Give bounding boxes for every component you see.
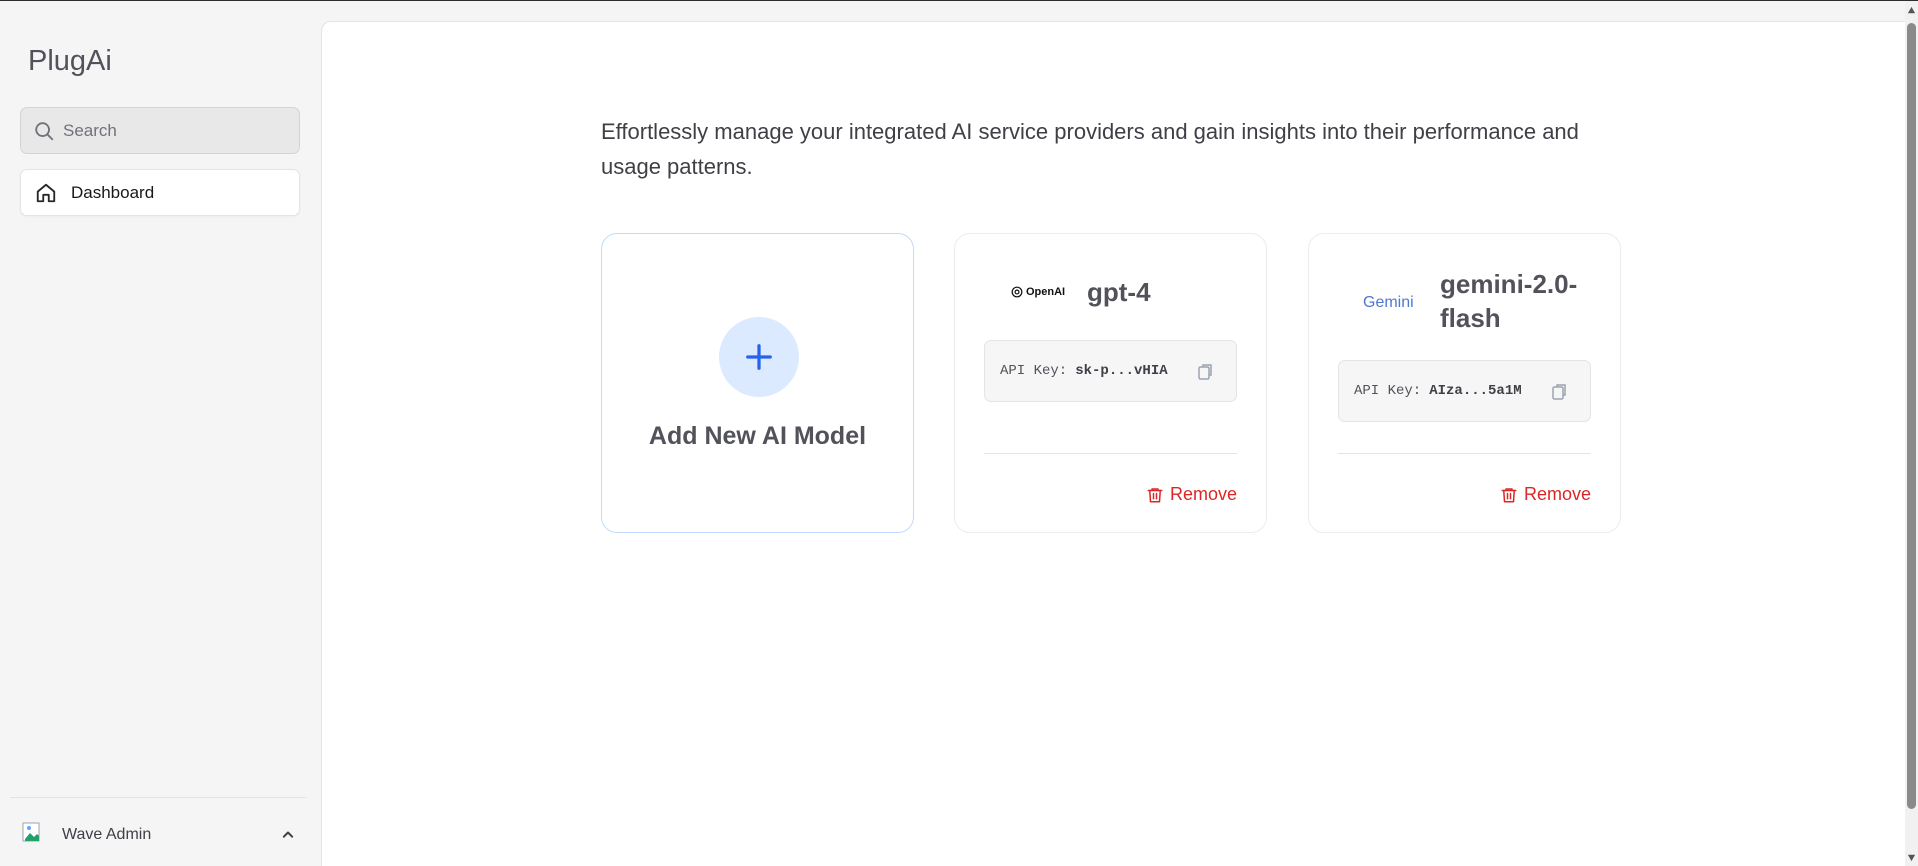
add-model-card[interactable]: Add New AI Model xyxy=(601,233,914,533)
model-card: Gemini gemini-2.0- flash API Key: AIza..… xyxy=(1308,233,1621,533)
model-name-line2: flash xyxy=(1440,303,1501,333)
card-divider xyxy=(984,453,1237,454)
user-menu[interactable]: Wave Admin xyxy=(22,819,298,851)
gemini-logo: Gemini xyxy=(1363,288,1433,318)
main-panel: Effortlessly manage your integrated AI s… xyxy=(321,21,1905,866)
search-input[interactable] xyxy=(63,120,283,141)
card-divider xyxy=(1338,453,1591,454)
model-name: gpt-4 xyxy=(1087,277,1151,307)
avatar xyxy=(22,821,48,849)
copy-icon[interactable] xyxy=(1196,363,1214,381)
scrollbar-thumb[interactable] xyxy=(1907,23,1916,809)
trash-icon xyxy=(1147,487,1163,502)
copy-icon[interactable] xyxy=(1550,383,1568,401)
search-box[interactable] xyxy=(20,107,300,154)
model-card: OpenAI gpt-4 API Key: sk-p...vHIA Remove xyxy=(954,233,1267,533)
app-brand: PlugAi xyxy=(28,45,112,77)
sidebar-item-label: Dashboard xyxy=(71,182,155,202)
broken-image-icon xyxy=(22,822,40,842)
openai-logo-text: OpenAI xyxy=(1026,286,1066,298)
sidebar: PlugAi Dashboard Wave Admin xyxy=(0,1,321,866)
openai-logo: OpenAI xyxy=(1010,277,1080,307)
gemini-logo-text: Gemini xyxy=(1363,294,1414,311)
sidebar-divider xyxy=(10,797,307,798)
plus-icon xyxy=(746,344,772,370)
search-icon xyxy=(35,121,54,140)
trash-icon xyxy=(1501,487,1517,502)
scroll-down-arrow-icon[interactable] xyxy=(1907,853,1916,862)
model-name: gemini-2.0- flash xyxy=(1440,267,1577,335)
scrollbar[interactable] xyxy=(1905,1,1918,866)
api-key-label: API Key: xyxy=(1354,383,1422,399)
chevron-up-icon[interactable] xyxy=(278,825,298,845)
remove-button[interactable]: Remove xyxy=(1500,484,1591,505)
openai-icon xyxy=(1011,286,1023,298)
user-name: Wave Admin xyxy=(62,826,152,843)
add-icon-circle xyxy=(719,317,799,397)
page-description: Effortlessly manage your integrated AI s… xyxy=(601,119,1579,179)
remove-label: Remove xyxy=(1523,484,1591,504)
api-key-label: API Key: xyxy=(1000,363,1068,379)
api-key-value: sk-p...vHIA xyxy=(1075,363,1168,379)
add-model-label: Add New AI Model xyxy=(648,422,867,450)
remove-button[interactable]: Remove xyxy=(1146,484,1237,505)
scroll-up-arrow-icon[interactable] xyxy=(1907,6,1916,15)
api-key-box: API Key: sk-p...vHIA xyxy=(984,340,1237,402)
remove-label: Remove xyxy=(1169,484,1237,504)
api-key-box: API Key: AIza...5a1M xyxy=(1338,360,1591,422)
sidebar-item-dashboard[interactable]: Dashboard xyxy=(20,169,300,216)
home-icon xyxy=(36,183,56,202)
api-key-value: AIza...5a1M xyxy=(1429,383,1522,399)
model-name-line1: gemini-2.0- xyxy=(1440,269,1578,299)
